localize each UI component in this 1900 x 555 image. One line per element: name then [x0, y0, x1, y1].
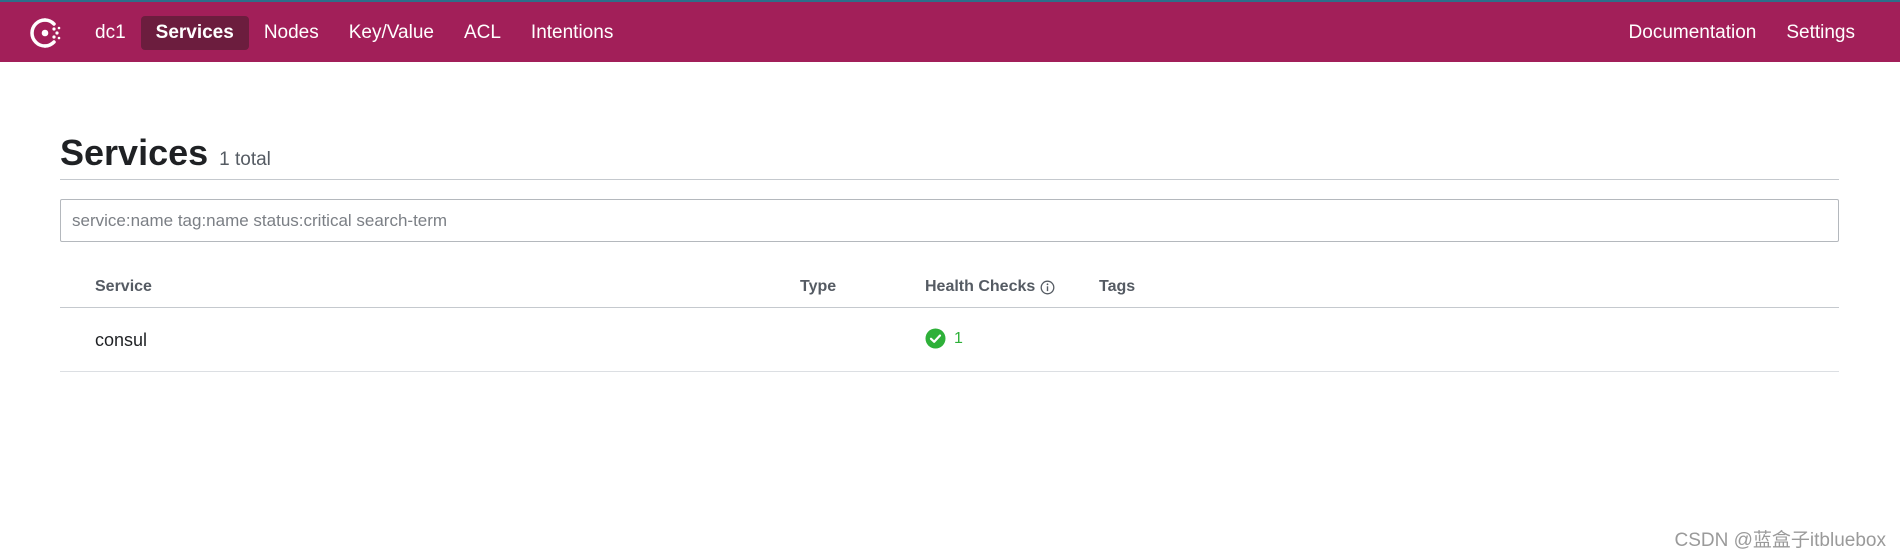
watermark: CSDN @蓝盒子itbluebox — [1674, 530, 1886, 551]
nav-item-acl[interactable]: ACL — [449, 16, 516, 50]
table-row[interactable]: consul 1 — [60, 308, 1839, 372]
services-table: Service Type Health Checks Tags consul 1 — [60, 266, 1839, 372]
info-icon[interactable] — [1040, 280, 1055, 295]
column-header-tags: Tags — [1099, 278, 1136, 295]
page-header: Services 1 total — [60, 132, 1839, 180]
nav-item-settings[interactable]: Settings — [1771, 16, 1870, 50]
column-header-service: Service — [95, 278, 152, 295]
nav-item-intentions[interactable]: Intentions — [516, 16, 628, 50]
service-name[interactable]: consul — [95, 330, 147, 351]
nav-item-documentation[interactable]: Documentation — [1614, 16, 1772, 50]
table-header: Service Type Health Checks Tags — [60, 266, 1839, 308]
nav-item-key-value[interactable]: Key/Value — [334, 16, 449, 50]
column-header-health-checks-label: Health Checks — [925, 278, 1036, 295]
main-nav: dc1 Services Nodes Key/Value ACL Intenti… — [80, 16, 628, 50]
column-header-health-checks: Health Checks — [925, 278, 1055, 296]
secondary-nav: Documentation Settings — [1614, 16, 1870, 50]
passing-checks-count: 1 — [954, 329, 963, 347]
check-circle-icon — [925, 328, 946, 349]
nav-item-services[interactable]: Services — [140, 16, 249, 50]
service-count: 1 total — [219, 149, 271, 170]
column-header-type: Type — [800, 278, 837, 295]
page-title: Services — [60, 132, 209, 173]
datacenter-selector[interactable]: dc1 — [80, 16, 141, 50]
top-navigation-bar: dc1 Services Nodes Key/Value ACL Intenti… — [0, 0, 1900, 62]
consul-logo-icon[interactable] — [28, 16, 64, 50]
health-checks-cell: 1 — [925, 328, 963, 349]
service-search-input[interactable] — [60, 199, 1839, 242]
nav-item-nodes[interactable]: Nodes — [249, 16, 334, 50]
